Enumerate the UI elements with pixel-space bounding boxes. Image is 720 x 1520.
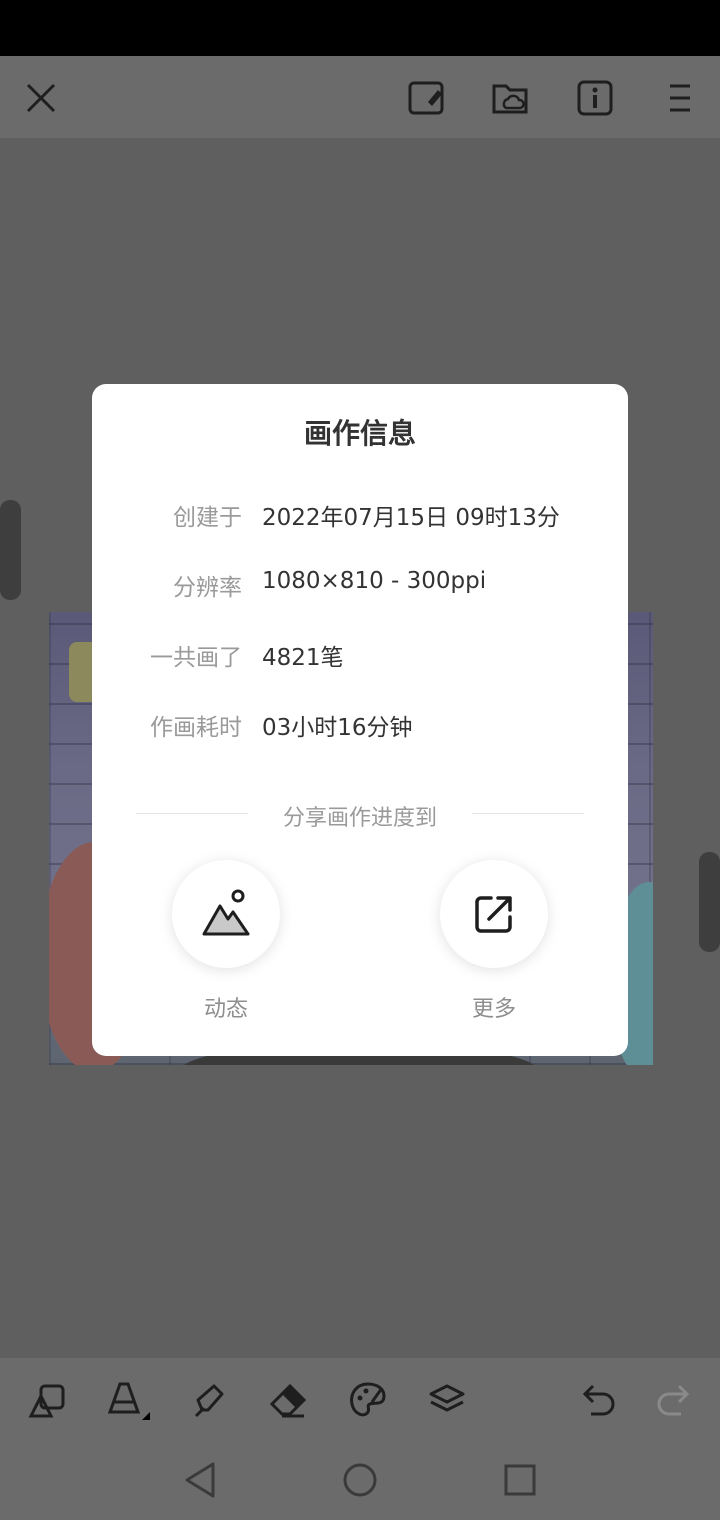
share-more-label: 更多	[471, 997, 516, 1022]
canvas-edit-icon[interactable]	[404, 76, 448, 120]
share-moments-button[interactable]	[172, 860, 280, 968]
left-slider-handle[interactable]	[0, 500, 21, 600]
info-row-strokes: 一共画了 4821笔	[92, 630, 628, 671]
share-moments-label: 动态	[203, 997, 248, 1022]
info-row-resolution: 分辨率 1080×810 - 300ppi	[92, 560, 628, 601]
info-value-created: 2022年07月15日 09时13分	[262, 505, 560, 531]
info-row-created: 创建于 2022年07月15日 09时13分	[92, 490, 628, 531]
info-value-resolution: 1080×810 - 300ppi	[262, 568, 487, 594]
top-bar	[0, 56, 720, 138]
info-label-strokes: 一共画了	[150, 645, 242, 671]
external-share-icon	[475, 896, 512, 933]
close-icon[interactable]	[19, 76, 63, 120]
info-label-created: 创建于	[173, 505, 242, 531]
info-row-duration: 作画耗时 03小时16分钟	[92, 700, 628, 741]
right-slider-handle[interactable]	[699, 852, 720, 952]
home-icon[interactable]	[338, 1460, 382, 1500]
recents-icon[interactable]	[498, 1460, 542, 1500]
info-label-resolution: 分辨率	[173, 575, 242, 601]
artwork-info-dialog: 画作信息 创建于 2022年07月15日 09时13分 分辨率 1080×810…	[92, 384, 628, 1056]
share-caption: 分享画作进度到	[282, 806, 437, 831]
redo-icon[interactable]	[651, 1378, 695, 1422]
status-bar	[0, 0, 720, 56]
brush-cone-icon[interactable]	[106, 1378, 150, 1422]
info-value-strokes: 4821笔	[262, 645, 344, 671]
back-icon[interactable]	[178, 1460, 222, 1500]
cloud-folder-icon[interactable]	[488, 76, 532, 120]
system-navigation-bar	[0, 1440, 720, 1520]
info-value-duration: 03小时16分钟	[262, 715, 413, 741]
share-more-button[interactable]	[440, 860, 548, 968]
dialog-title: 画作信息	[303, 417, 416, 450]
undo-icon[interactable]	[577, 1378, 621, 1422]
layers-icon[interactable]	[425, 1378, 469, 1422]
bottom-toolbar	[0, 1358, 720, 1440]
menu-icon[interactable]	[657, 76, 701, 120]
mountain-image-icon	[202, 889, 250, 936]
pen-nib-icon[interactable]	[186, 1378, 230, 1422]
info-label-duration: 作画耗时	[150, 715, 242, 741]
shapes-icon[interactable]	[25, 1378, 69, 1422]
info-icon[interactable]	[573, 76, 617, 120]
eraser-icon[interactable]	[266, 1378, 310, 1422]
palette-icon[interactable]	[346, 1378, 390, 1422]
